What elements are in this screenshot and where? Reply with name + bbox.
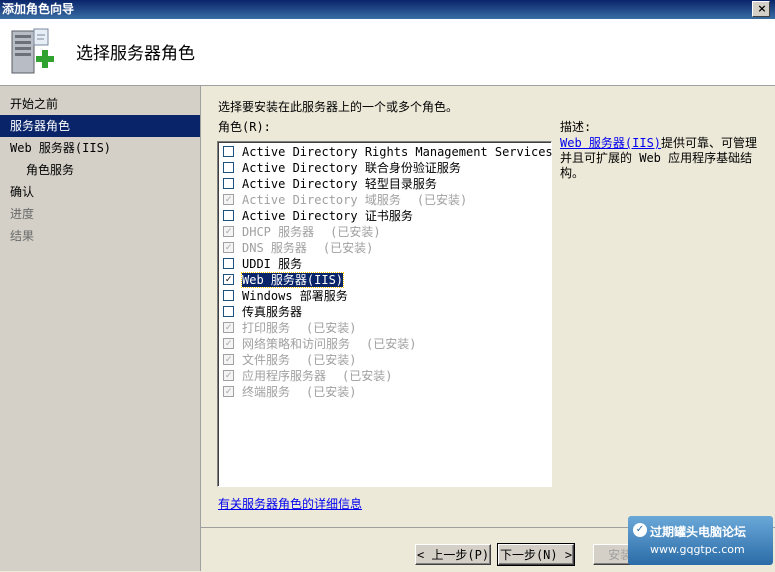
role-item: ✓ Active Directory 域服务 (已安装) bbox=[218, 192, 551, 208]
wizard-nav: 开始之前 服务器角色 Web 服务器(IIS) 角色服务 确认 进度 结果 bbox=[0, 86, 201, 571]
role-status: (已安装) bbox=[306, 321, 357, 335]
nav-item-before-you-begin[interactable]: 开始之前 bbox=[0, 93, 200, 115]
next-button[interactable]: 下一步(N) > bbox=[497, 543, 575, 566]
role-checkbox: ✓ bbox=[223, 226, 234, 237]
role-name: Active Directory 轻型目录服务 bbox=[242, 177, 437, 191]
role-name: UDDI 服务 bbox=[242, 257, 303, 271]
role-item[interactable]: Windows 部署服务 bbox=[218, 288, 551, 304]
role-item[interactable]: 传真服务器 bbox=[218, 304, 551, 320]
description-label: 描述: bbox=[560, 120, 592, 134]
role-item: ✓ 终端服务 (已安装) bbox=[218, 384, 551, 400]
roles-list[interactable]: Active Directory Rights Management Servi… bbox=[217, 141, 553, 487]
role-name: Active Directory 联合身份验证服务 bbox=[242, 161, 461, 175]
description-text: Web 服务器(IIS)提供可靠、可管理并且可扩展的 Web 应用程序基础结构。 bbox=[560, 136, 760, 181]
role-item-web-server[interactable]: ✓ Web 服务器(IIS) bbox=[218, 272, 551, 288]
role-checkbox: ✓ bbox=[223, 370, 234, 381]
watermark: ✓ 过期罐头电脑论坛 www.gqgtpc.com bbox=[628, 516, 773, 565]
nav-item-server-roles[interactable]: 服务器角色 bbox=[0, 115, 200, 137]
role-checkbox[interactable] bbox=[223, 210, 234, 221]
nav-item-results: 结果 bbox=[10, 229, 35, 243]
role-item[interactable]: Active Directory 轻型目录服务 bbox=[218, 176, 551, 192]
role-name: 终端服务 bbox=[242, 385, 291, 399]
roles-label: 角色(R): bbox=[218, 120, 271, 134]
forum-logo-icon: ✓ bbox=[633, 523, 647, 537]
role-checkbox[interactable] bbox=[223, 306, 234, 317]
server-add-icon bbox=[11, 28, 54, 74]
instruction-text: 选择要安装在此服务器上的一个或多个角色。 bbox=[218, 100, 459, 114]
role-status: (已安装) bbox=[306, 385, 357, 399]
role-name: 传真服务器 bbox=[242, 305, 303, 319]
more-info-link[interactable]: 有关服务器角色的详细信息 bbox=[218, 495, 362, 512]
role-checkbox[interactable] bbox=[223, 178, 234, 189]
role-status: (已安装) bbox=[416, 193, 468, 207]
role-name: Web 服务器(IIS) bbox=[240, 272, 345, 288]
role-status: (已安装) bbox=[342, 369, 393, 383]
role-checkbox: ✓ bbox=[223, 386, 234, 397]
role-checkbox: ✓ bbox=[223, 354, 234, 365]
nav-item-role-services[interactable]: 角色服务 bbox=[0, 159, 200, 181]
role-checkbox: ✓ bbox=[223, 322, 234, 333]
nav-item-confirmation[interactable]: 确认 bbox=[0, 181, 200, 203]
role-checkbox: ✓ bbox=[223, 338, 234, 349]
role-item[interactable]: Active Directory 证书服务 bbox=[218, 208, 551, 224]
role-item: ✓ 文件服务 (已安装) bbox=[218, 352, 551, 368]
role-item[interactable]: Active Directory 联合身份验证服务 bbox=[218, 160, 551, 176]
role-name: Windows 部署服务 bbox=[242, 289, 348, 303]
title-bar: 添加角色向导 × bbox=[0, 0, 775, 19]
role-checkbox[interactable] bbox=[223, 258, 234, 269]
role-item[interactable]: Active Directory Rights Management Servi… bbox=[218, 144, 553, 160]
watermark-title: 过期罐头电脑论坛 bbox=[650, 525, 747, 539]
role-status: (已安装) bbox=[306, 353, 357, 367]
role-checkbox[interactable] bbox=[223, 290, 234, 301]
role-status: (已安装) bbox=[330, 225, 381, 239]
role-item: ✓ 应用程序服务器 (已安装) bbox=[218, 368, 551, 384]
role-name: Active Directory 证书服务 bbox=[242, 209, 413, 223]
role-item: ✓ DNS 服务器 (已安装) bbox=[218, 240, 551, 256]
role-item[interactable]: UDDI 服务 bbox=[218, 256, 551, 272]
role-checkbox[interactable] bbox=[223, 162, 234, 173]
close-button[interactable]: × bbox=[752, 1, 770, 17]
watermark-url: www.gqgtpc.com bbox=[650, 543, 745, 556]
role-item: ✓ 网络策略和访问服务 (已安装) bbox=[218, 336, 551, 352]
role-name: DNS 服务器 bbox=[242, 241, 307, 255]
page-title: 选择服务器角色 bbox=[76, 44, 195, 64]
window-title: 添加角色向导 bbox=[2, 2, 75, 16]
role-name: 打印服务 bbox=[242, 321, 291, 335]
role-status: (已安装) bbox=[322, 241, 374, 255]
nav-item-progress: 进度 bbox=[10, 207, 35, 221]
role-name: Active Directory Rights Management Servi… bbox=[242, 145, 553, 159]
role-checkbox[interactable]: ✓ bbox=[223, 274, 234, 285]
role-name: 文件服务 bbox=[242, 353, 291, 367]
main-panel: 选择要安装在此服务器上的一个或多个角色。 角色(R): Active Direc… bbox=[201, 86, 775, 526]
description-link[interactable]: Web 服务器(IIS) bbox=[560, 136, 661, 150]
role-name: 网络策略和访问服务 bbox=[242, 337, 351, 351]
role-name: Active Directory 域服务 bbox=[242, 193, 401, 207]
back-button[interactable]: < 上一步(P) bbox=[415, 544, 491, 565]
role-name: DHCP 服务器 bbox=[242, 225, 315, 239]
wizard-header: 选择服务器角色 bbox=[0, 19, 775, 86]
role-item: ✓ DHCP 服务器 (已安装) bbox=[218, 224, 551, 240]
role-name: 应用程序服务器 bbox=[242, 369, 327, 383]
role-status: (已安装) bbox=[366, 337, 417, 351]
role-checkbox: ✓ bbox=[223, 242, 234, 253]
role-item: ✓ 打印服务 (已安装) bbox=[218, 320, 551, 336]
nav-item-web-server[interactable]: Web 服务器(IIS) bbox=[0, 137, 200, 159]
role-checkbox[interactable] bbox=[223, 146, 234, 157]
role-checkbox: ✓ bbox=[223, 194, 234, 205]
